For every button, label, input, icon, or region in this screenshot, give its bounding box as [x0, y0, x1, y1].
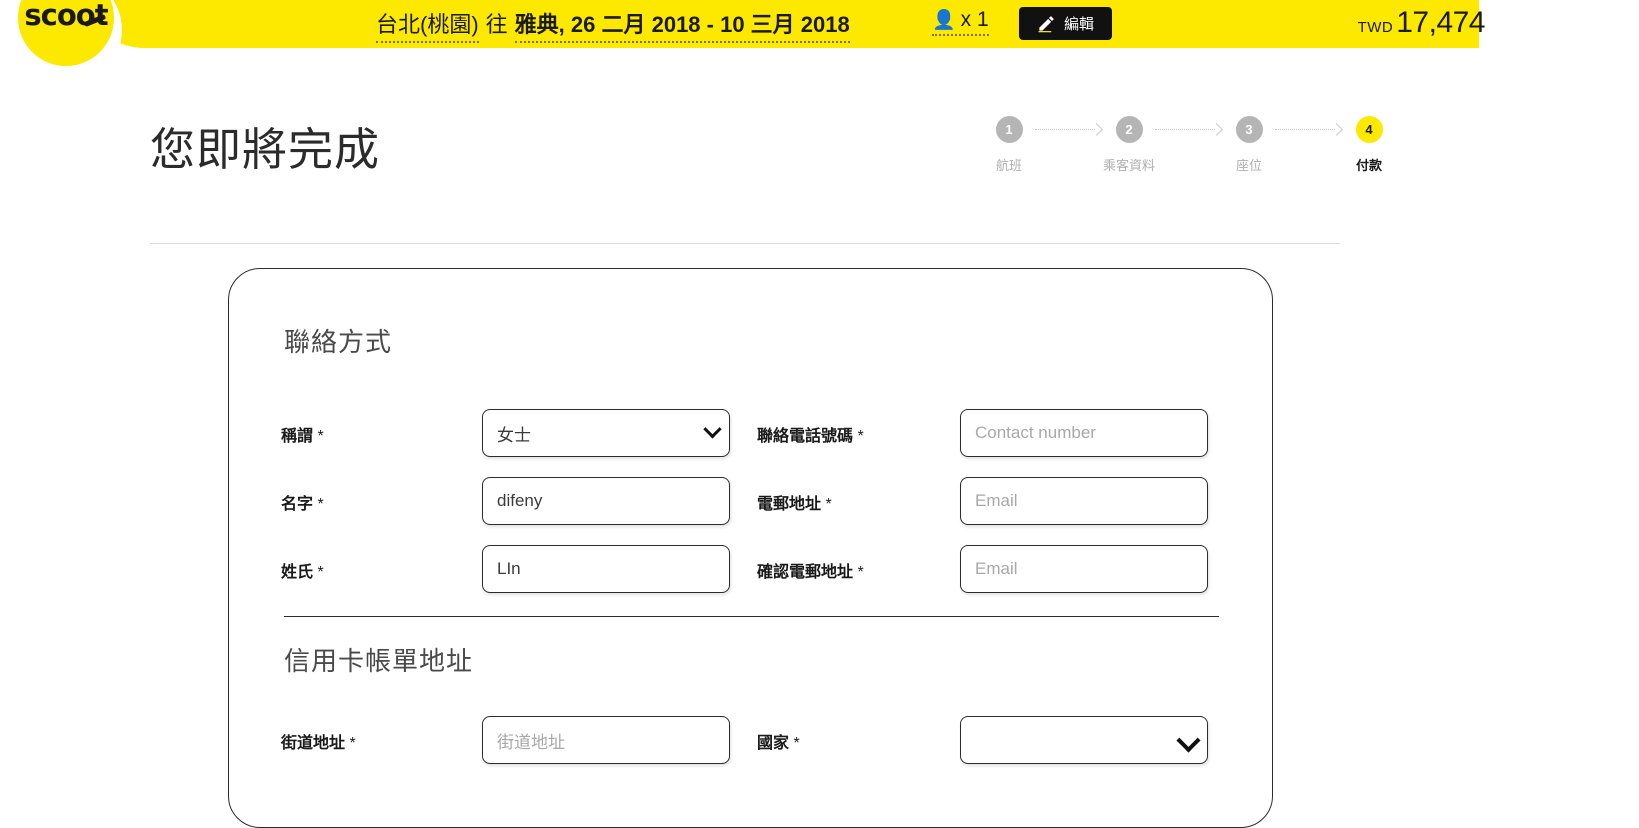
chevron-down-icon — [1176, 727, 1201, 753]
step-2-number: 2 — [1115, 116, 1143, 143]
email-field-label: 電郵地址 * — [757, 490, 832, 514]
first-name-input-value: difeny — [497, 491, 543, 510]
last-name-field-label: 姓氏 * — [281, 558, 324, 582]
confirm-email-field-required: * — [857, 564, 864, 581]
street-field-label: 街道地址 * — [281, 729, 356, 753]
edit-button-label: 編輯 — [1063, 16, 1094, 33]
confirm-email-field-label-text: 確認電郵地址 — [757, 564, 854, 581]
pencil-icon — [1038, 16, 1054, 33]
country-select[interactable] — [960, 716, 1208, 764]
person-icon: 👤 — [932, 10, 956, 31]
last-name-field-required: * — [317, 564, 324, 581]
confirm-email-field-label: 確認電郵地址 * — [757, 558, 864, 582]
phone-field-label-text: 聯絡電話號碼 — [757, 428, 854, 445]
last-name-input[interactable]: LIn — [482, 545, 730, 593]
step-connector-3 — [1273, 116, 1345, 143]
trip-destination-dates[interactable]: 雅典, 26 二月 2018 - 10 三月 2018 — [514, 7, 850, 43]
step-2-label: 乘客資料 — [1103, 158, 1156, 173]
street-field-label-text: 街道地址 — [281, 735, 346, 752]
confirm-email-input[interactable]: Email — [960, 545, 1208, 593]
street-address-placeholder: 街道地址 — [497, 732, 565, 752]
title-field-label: 稱謂 * — [281, 422, 324, 446]
logo-text: scoot — [24, 0, 108, 32]
title-field-required: * — [317, 428, 324, 445]
payment-form-card: 聯絡方式 稱謂 * 女士 聯絡電話號碼 * Contact number 名字 … — [228, 268, 1273, 828]
phone-field-label: 聯絡電話號碼 * — [757, 422, 864, 446]
step-connector-1 — [1033, 116, 1105, 143]
country-field-required: * — [793, 735, 800, 752]
street-field-required: * — [349, 735, 356, 752]
price-currency: TWD — [1357, 19, 1394, 36]
phone-field-required: * — [857, 428, 864, 445]
last-name-input-value: LIn — [497, 559, 521, 578]
step-3-number: 3 — [1235, 116, 1263, 143]
trip-origin[interactable]: 台北(桃園) — [376, 7, 479, 43]
step-1-label: 航班 — [995, 158, 1022, 173]
trip-direction-word: 往 — [485, 12, 508, 37]
chevron-down-icon — [703, 419, 722, 438]
street-address-input[interactable]: 街道地址 — [482, 716, 730, 764]
step-1-number: 1 — [995, 116, 1023, 143]
price-value: 17,474 — [1396, 6, 1485, 39]
trip-summary: 台北(桃園) 往 雅典, 26 二月 2018 - 10 三月 2018 — [376, 7, 850, 43]
phone-input[interactable]: Contact number — [960, 409, 1208, 457]
step-2-passenger-details[interactable]: 2 乘客資料 — [1103, 116, 1156, 174]
billing-section-title: 信用卡帳單地址 — [284, 646, 474, 676]
first-name-input[interactable]: difeny — [482, 477, 730, 525]
title-field-label-text: 稱謂 — [281, 428, 314, 445]
first-name-field-label-text: 名字 — [281, 496, 314, 513]
total-price[interactable]: TWD 17,474 — [1357, 6, 1486, 40]
first-name-field-label: 名字 * — [281, 490, 324, 514]
email-input[interactable]: Email — [960, 477, 1208, 525]
step-3-label: 座位 — [1235, 158, 1262, 173]
email-field-required: * — [825, 496, 832, 513]
country-field-label-text: 國家 — [757, 735, 790, 752]
step-3-seats[interactable]: 3 座位 — [1225, 116, 1273, 174]
step-connector-2 — [1153, 116, 1225, 143]
title-select-value: 女士 — [497, 425, 531, 445]
progress-steps: 1 航班 2 乘客資料 3 座位 4 付款 — [985, 116, 1393, 174]
edit-button[interactable]: 編輯 — [1019, 7, 1112, 40]
step-4-number: 4 — [1355, 116, 1383, 143]
first-name-field-required: * — [317, 496, 324, 513]
contact-section-title: 聯絡方式 — [284, 327, 393, 357]
section-divider — [284, 616, 1219, 617]
passenger-count[interactable]: 👤 x 1 — [932, 8, 989, 36]
site-header: scoot 台北(桃園) 往 雅典, 26 二月 2018 - 10 三月 20… — [0, 0, 1639, 86]
email-field-label-text: 電郵地址 — [757, 496, 822, 513]
last-name-field-label-text: 姓氏 — [281, 564, 314, 581]
country-field-label: 國家 * — [757, 729, 800, 753]
phone-input-placeholder: Contact number — [975, 423, 1096, 442]
step-4-payment[interactable]: 4 付款 — [1345, 116, 1393, 174]
passenger-count-label: x 1 — [960, 8, 989, 31]
confirm-email-input-placeholder: Email — [975, 559, 1018, 578]
email-input-placeholder: Email — [975, 491, 1018, 510]
step-4-label: 付款 — [1355, 158, 1382, 173]
step-1-flights[interactable]: 1 航班 — [985, 116, 1033, 174]
content-divider — [150, 243, 1340, 244]
page-title: 您即將完成 — [150, 124, 381, 175]
scoot-logo[interactable]: scoot — [18, 0, 114, 66]
title-select[interactable]: 女士 — [482, 409, 730, 457]
